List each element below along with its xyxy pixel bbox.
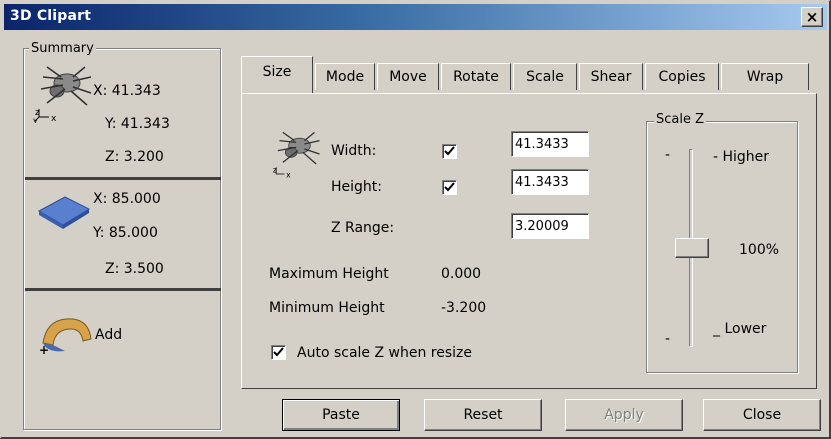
height-field[interactable] xyxy=(511,169,589,195)
tab-move[interactable]: Move xyxy=(377,63,439,90)
svg-text:z: z xyxy=(273,165,277,174)
zrange-field[interactable] xyxy=(511,213,589,239)
summary-divider-2 xyxy=(25,288,221,291)
tab-size[interactable]: Size xyxy=(241,56,313,93)
tab-wrap[interactable]: Wrap xyxy=(721,63,809,90)
min-height-value: -3.200 xyxy=(441,300,487,316)
scale-z-percent: 100% xyxy=(739,242,780,258)
height-label: Height: xyxy=(331,179,382,195)
width-field[interactable] xyxy=(511,131,589,157)
apply-button[interactable]: Apply xyxy=(565,399,683,431)
paste-button[interactable]: Paste xyxy=(282,399,400,431)
material-x-value: X: 85.000 xyxy=(93,191,161,207)
svg-text:x: x xyxy=(286,170,291,179)
material-z-value: Z: 3.500 xyxy=(105,261,164,277)
scale-z-legend: Scale Z xyxy=(654,112,707,127)
width-label: Width: xyxy=(331,143,377,159)
scale-z-lower: _ Lower xyxy=(713,321,767,337)
title-bar[interactable]: 3D Clipart × xyxy=(4,4,827,30)
svg-text:x: x xyxy=(51,114,57,123)
svg-text:+: + xyxy=(39,343,49,355)
tab-copies[interactable]: Copies xyxy=(645,63,719,90)
add-dome-icon[interactable]: + xyxy=(37,313,93,359)
close-button[interactable]: Close xyxy=(703,399,821,431)
add-label[interactable]: Add xyxy=(95,327,122,343)
close-window-button[interactable]: × xyxy=(801,7,823,27)
tab-rotate[interactable]: Rotate xyxy=(441,63,511,90)
model-z-value: Z: 3.200 xyxy=(105,149,164,165)
max-height-label: Maximum Height xyxy=(269,266,389,282)
auto-scale-label[interactable]: Auto scale Z when resize xyxy=(297,345,472,361)
model-y-value: Y: 41.343 xyxy=(105,116,170,132)
material-block-icon xyxy=(35,195,91,235)
window-title: 3D Clipart xyxy=(10,8,92,24)
scale-z-higher: - Higher xyxy=(713,149,770,165)
svg-text:y: y xyxy=(33,116,38,123)
spider-size-icon: z x xyxy=(269,129,325,183)
model-x-value: X: 41.343 xyxy=(93,83,161,99)
width-checkbox[interactable] xyxy=(442,144,457,159)
height-checkbox[interactable] xyxy=(442,180,457,195)
auto-scale-checkbox[interactable] xyxy=(271,345,286,360)
material-y-value: Y: 85.000 xyxy=(93,225,158,241)
min-height-label: Minimum Height xyxy=(269,300,385,316)
max-height-value: 0.000 xyxy=(441,266,482,282)
summary-divider-1 xyxy=(25,177,221,180)
scale-z-slider-thumb[interactable] xyxy=(675,238,709,258)
tab-scale[interactable]: Scale xyxy=(513,63,577,90)
summary-legend: Summary xyxy=(29,41,96,56)
scale-z-tick-top: - xyxy=(665,147,671,163)
tab-shear[interactable]: Shear xyxy=(579,63,643,90)
reset-button[interactable]: Reset xyxy=(424,399,542,431)
clipart-dialog: 3D Clipart × Summary z x y X: 41.343 Y: … xyxy=(0,0,831,439)
zrange-label: Z Range: xyxy=(331,220,395,236)
spider-model-icon: z x y xyxy=(33,63,95,127)
tab-mode[interactable]: Mode xyxy=(315,63,375,90)
scale-z-tick-bottom: - xyxy=(665,331,671,347)
